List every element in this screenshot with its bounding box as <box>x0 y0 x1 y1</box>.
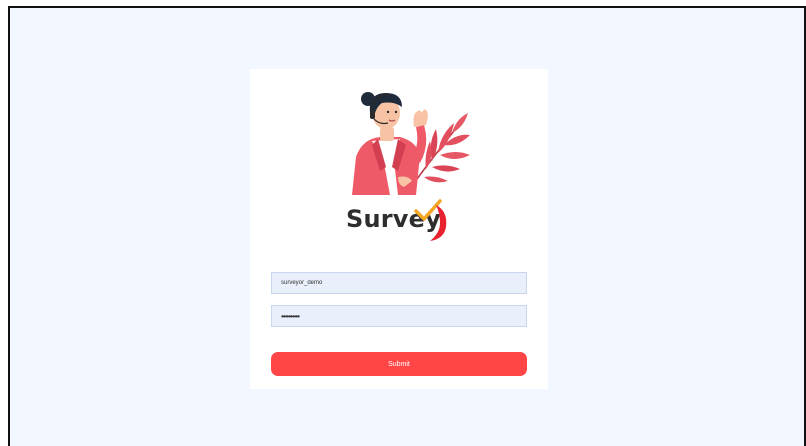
password-field[interactable] <box>271 305 527 327</box>
username-field[interactable] <box>271 272 527 294</box>
submit-button[interactable]: Submit <box>271 352 527 376</box>
page-background: Survey Submit <box>8 6 806 446</box>
login-card: Survey Submit <box>250 69 548 389</box>
survey-logo: Survey <box>338 197 458 243</box>
red-swoosh-check-icon <box>414 199 447 241</box>
support-agent-illustration-icon <box>352 92 470 195</box>
